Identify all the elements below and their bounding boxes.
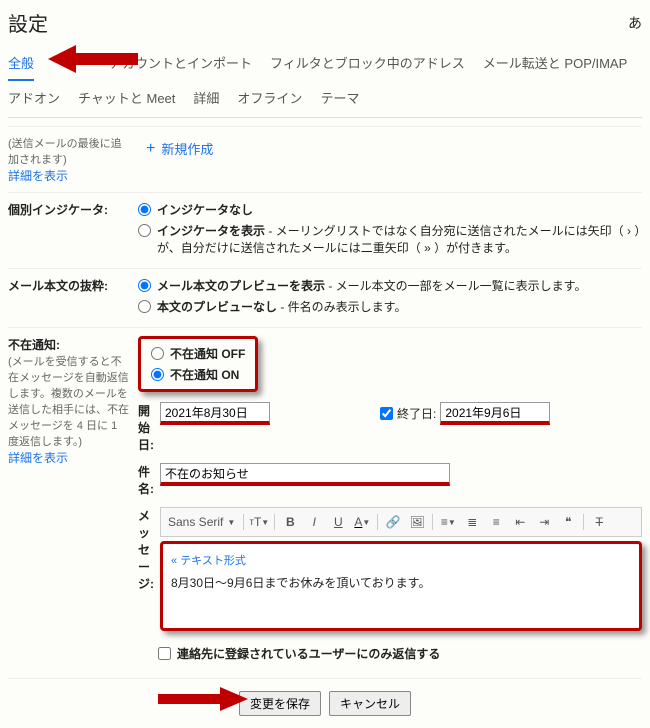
vacation-on-radio[interactable] <box>151 368 164 381</box>
editor-toolbar: Sans Serif▼ тT▼ B I U A▼ 🔗 🖼 ≡▼ ≣ ≡ ⇤ <box>160 507 642 537</box>
cancel-button[interactable]: キャンセル <box>329 691 411 716</box>
italic-button[interactable]: I <box>303 511 325 533</box>
snippet-section: メール本文の抜粋: メール本文のプレビューを表示 - メール本文の一部をメール一… <box>8 268 642 327</box>
snippet-preview-desc: - メール本文の一部をメール一覧に表示します。 <box>325 279 586 293</box>
vacation-subject-label: 件名: <box>138 463 160 497</box>
annotation-arrow-tabs <box>48 45 138 73</box>
underline-button[interactable]: U <box>327 511 349 533</box>
indicator-none-label: インジケータなし <box>157 201 253 218</box>
snippet-preview-radio[interactable] <box>138 279 151 292</box>
vacation-sublabel: (メールを受信すると不在メッセージを自動返信します。複数のメールを送信した相手に… <box>8 356 129 448</box>
tab-general[interactable]: 全般 <box>8 49 34 81</box>
vacation-subject-input[interactable] <box>160 463 450 486</box>
vacation-end-input[interactable] <box>440 402 550 425</box>
list-ol-button[interactable]: ≣ <box>461 511 483 533</box>
signature-sublabel: (送信メールの最後に追加されます) <box>8 135 130 167</box>
contacts-only-label: 連絡先に登録されているユーザーにのみ返信する <box>177 645 440 662</box>
tab-addons[interactable]: アドオン <box>8 84 60 111</box>
page-title: 設定 <box>8 8 48 37</box>
save-button[interactable]: 変更を保存 <box>239 691 321 716</box>
text-color-button[interactable]: A▼ <box>351 511 373 533</box>
indicator-label: 個別インジケータ: <box>8 203 108 217</box>
vacation-start-label: 開始日: <box>138 402 160 453</box>
font-family-select[interactable]: Sans Serif▼ <box>164 515 239 529</box>
tab-offline[interactable]: オフライン <box>237 84 302 111</box>
vacation-detail-link[interactable]: 詳細を表示 <box>8 451 68 465</box>
tab-advanced[interactable]: 詳細 <box>193 84 219 111</box>
vacation-end-label: 終了日: <box>397 405 436 422</box>
link-button[interactable]: 🔗 <box>382 511 404 533</box>
align-button[interactable]: ≡▼ <box>437 511 459 533</box>
indicator-none-radio[interactable] <box>138 203 151 216</box>
snippet-none-radio[interactable] <box>138 300 151 313</box>
tab-forwarding[interactable]: メール転送と POP/IMAP <box>483 49 627 76</box>
vacation-message-text: 8月30日～9月6日までお休みを頂いております。 <box>171 576 430 590</box>
list-ul-button[interactable]: ≡ <box>485 511 507 533</box>
bold-button[interactable]: B <box>279 511 301 533</box>
textmode-link[interactable]: « テキスト形式 <box>171 552 631 568</box>
indicator-show-label: インジケータを表示 <box>157 224 265 238</box>
font-size-button[interactable]: тT▼ <box>248 511 270 533</box>
tab-themes[interactable]: テーマ <box>320 84 359 111</box>
lang-indicator: あ <box>628 13 642 33</box>
image-button[interactable]: 🖼 <box>406 511 428 533</box>
snippet-label: メール本文の抜粋: <box>8 279 108 293</box>
indicator-section: 個別インジケータ: インジケータなし インジケータを表示 - メーリングリストで… <box>8 192 642 268</box>
snippet-none-label: 本文のプレビューなし <box>157 300 277 314</box>
clear-format-button[interactable]: T <box>588 511 610 533</box>
indent-inc-button[interactable]: ⇥ <box>533 511 555 533</box>
quote-button[interactable]: ❝ <box>557 511 579 533</box>
vacation-start-input[interactable] <box>160 402 270 425</box>
tab-chat[interactable]: チャットと Meet <box>78 84 175 111</box>
snippet-none-desc: - 件名のみ表示します。 <box>277 300 406 314</box>
vacation-off-label: 不在通知 OFF <box>170 345 245 362</box>
signature-section: (送信メールの最後に追加されます) 詳細を表示 新規作成 <box>8 126 642 192</box>
vacation-message-label: メッセージ: <box>138 507 160 592</box>
tabs: 全般 ラベル アカウントとインポート フィルタとブロック中のアドレス メール転送… <box>8 49 642 118</box>
new-signature-button[interactable]: 新規作成 <box>138 135 221 162</box>
vacation-section: 不在通知: (メールを受信すると不在メッセージを自動返信します。複数のメールを送… <box>8 327 642 670</box>
vacation-on-label: 不在通知 ON <box>170 366 239 383</box>
vacation-toggle-highlight: 不在通知 OFF 不在通知 ON <box>138 336 258 392</box>
vacation-label: 不在通知: <box>8 338 60 352</box>
contacts-only-checkbox[interactable] <box>158 647 171 660</box>
action-buttons: 変更を保存 キャンセル <box>8 678 642 720</box>
tab-filters[interactable]: フィルタとブロック中のアドレス <box>270 49 465 76</box>
indicator-show-radio[interactable] <box>138 224 151 237</box>
vacation-message-editor[interactable]: « テキスト形式 8月30日～9月6日までお休みを頂いております。 <box>160 541 642 631</box>
snippet-preview-label: メール本文のプレビューを表示 <box>157 279 325 293</box>
vacation-off-radio[interactable] <box>151 347 164 360</box>
vacation-end-checkbox[interactable] <box>380 407 393 420</box>
annotation-arrow-save <box>158 687 248 711</box>
indent-dec-button[interactable]: ⇤ <box>509 511 531 533</box>
signature-detail-link[interactable]: 詳細を表示 <box>8 169 68 183</box>
